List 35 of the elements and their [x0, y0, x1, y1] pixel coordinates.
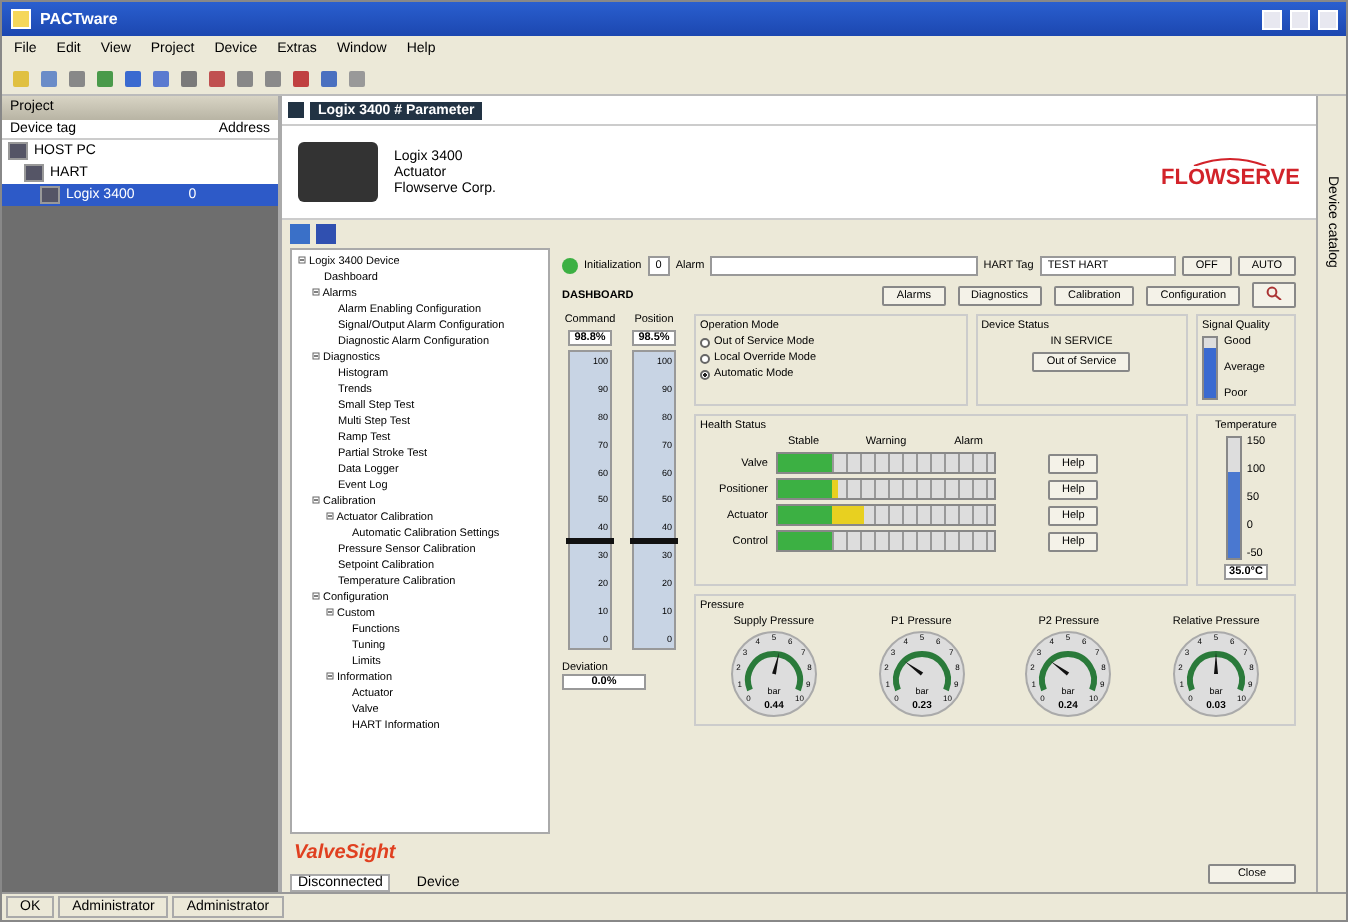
toolbar-icon[interactable] [290, 67, 312, 89]
device-icon [288, 102, 304, 118]
toolbar-icon[interactable] [318, 67, 340, 89]
radio-icon[interactable] [700, 353, 710, 363]
toolbar-icon[interactable] [150, 67, 172, 89]
collapse-icon[interactable] [326, 512, 334, 520]
device-photo-placeholder [298, 142, 378, 202]
brand-logo: ValveSight [292, 840, 398, 868]
radio-icon[interactable] [700, 369, 710, 379]
close-button[interactable] [1318, 9, 1338, 29]
company-logo: FLOWSERVE [1161, 155, 1300, 189]
collapse-icon[interactable] [298, 256, 306, 264]
search-button[interactable] [1252, 282, 1296, 308]
search-icon [1266, 286, 1282, 300]
toolbar-icon[interactable] [234, 67, 256, 89]
collapse-icon[interactable] [312, 592, 320, 600]
radio-icon[interactable] [700, 337, 710, 347]
collapse-icon[interactable] [312, 352, 320, 360]
toolbar-icon[interactable] [262, 67, 284, 89]
collapse-icon[interactable] [326, 672, 334, 680]
app-icon [10, 8, 32, 30]
collapse-icon[interactable] [326, 608, 334, 616]
logo-arc-icon [1190, 155, 1271, 165]
toolbar-icon[interactable] [122, 67, 144, 89]
maximize-button[interactable] [1290, 9, 1310, 29]
toolbar-icon[interactable] [38, 67, 60, 89]
toolbar-icon[interactable] [178, 67, 200, 89]
toolbar-icon[interactable] [206, 67, 228, 89]
window-title: PACTware [40, 10, 120, 28]
toolbar-icon[interactable] [66, 67, 88, 89]
collapse-icon[interactable] [312, 496, 320, 504]
toolbar-icon[interactable] [94, 67, 116, 89]
toolbar-icon[interactable] [346, 67, 368, 89]
collapse-icon[interactable] [312, 288, 320, 296]
minimize-button[interactable] [1262, 9, 1282, 29]
